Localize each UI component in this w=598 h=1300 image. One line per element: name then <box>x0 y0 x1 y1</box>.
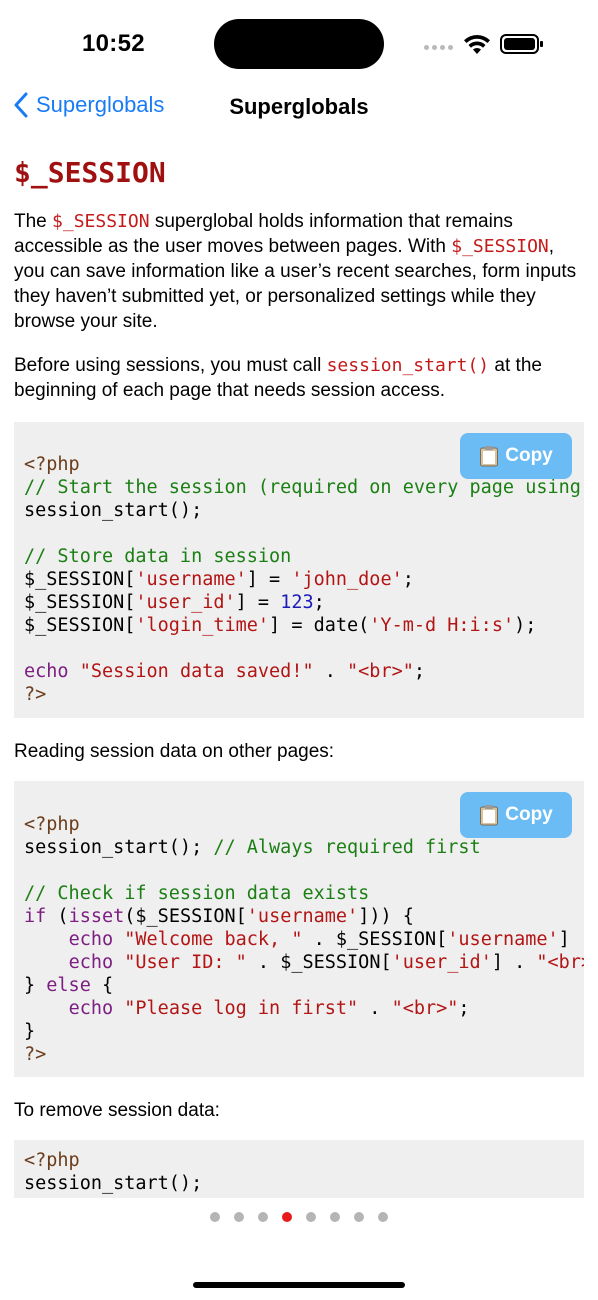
page-dot[interactable] <box>306 1212 316 1222</box>
page-dot[interactable] <box>210 1212 220 1222</box>
code-block-read-session: <?php session_start(); // Always require… <box>14 781 584 1077</box>
cellular-signal-icon <box>424 45 453 50</box>
intro-text-1: The <box>14 211 53 232</box>
page-indicator[interactable] <box>0 1212 598 1222</box>
clipboard-icon <box>480 805 499 826</box>
dynamic-island <box>214 19 384 69</box>
inline-code-session-2: $_SESSION <box>451 236 549 257</box>
page-dot[interactable] <box>234 1212 244 1222</box>
intro-paragraph: The $_SESSION superglobal holds informat… <box>0 209 598 334</box>
page-dot[interactable] <box>354 1212 364 1222</box>
battery-icon <box>500 34 543 54</box>
session-start-text-1: Before using sessions, you must call <box>14 355 327 376</box>
nav-title: Superglobals <box>229 94 369 119</box>
wifi-icon <box>464 34 490 54</box>
copy-button[interactable]: Copy <box>460 792 572 838</box>
inline-code-session-1: $_SESSION <box>52 211 150 232</box>
status-bar: 10:52 <box>0 0 598 90</box>
copy-button[interactable]: Copy <box>460 433 572 479</box>
session-start-paragraph: Before using sessions, you must call ses… <box>0 353 598 403</box>
copy-button-label: Copy <box>505 445 553 466</box>
navigation-bar: Superglobals Superglobals <box>0 88 598 128</box>
status-time: 10:52 <box>82 30 145 57</box>
page-title: $_SESSION <box>14 156 166 189</box>
lesson-content: $_SESSION The $_SESSION superglobal hold… <box>0 150 598 403</box>
code-block-3-text: <?php session_start(); <box>24 1150 203 1194</box>
page-dot[interactable] <box>258 1212 268 1222</box>
copy-button-label: Copy <box>505 804 553 825</box>
remove-section-label: To remove session data: <box>14 1100 220 1121</box>
code-block-remove-session: <?php session_start(); <box>14 1140 584 1198</box>
page-dot[interactable] <box>330 1212 340 1222</box>
code-block-store-session: <?php // Start the session (required on … <box>14 422 584 718</box>
inline-code-session-start: session_start() <box>326 355 490 376</box>
page-dot[interactable] <box>378 1212 388 1222</box>
clipboard-icon <box>480 446 499 467</box>
page-dot[interactable] <box>282 1212 292 1222</box>
home-indicator[interactable] <box>193 1282 405 1288</box>
reading-section-label: Reading session data on other pages: <box>14 741 335 762</box>
